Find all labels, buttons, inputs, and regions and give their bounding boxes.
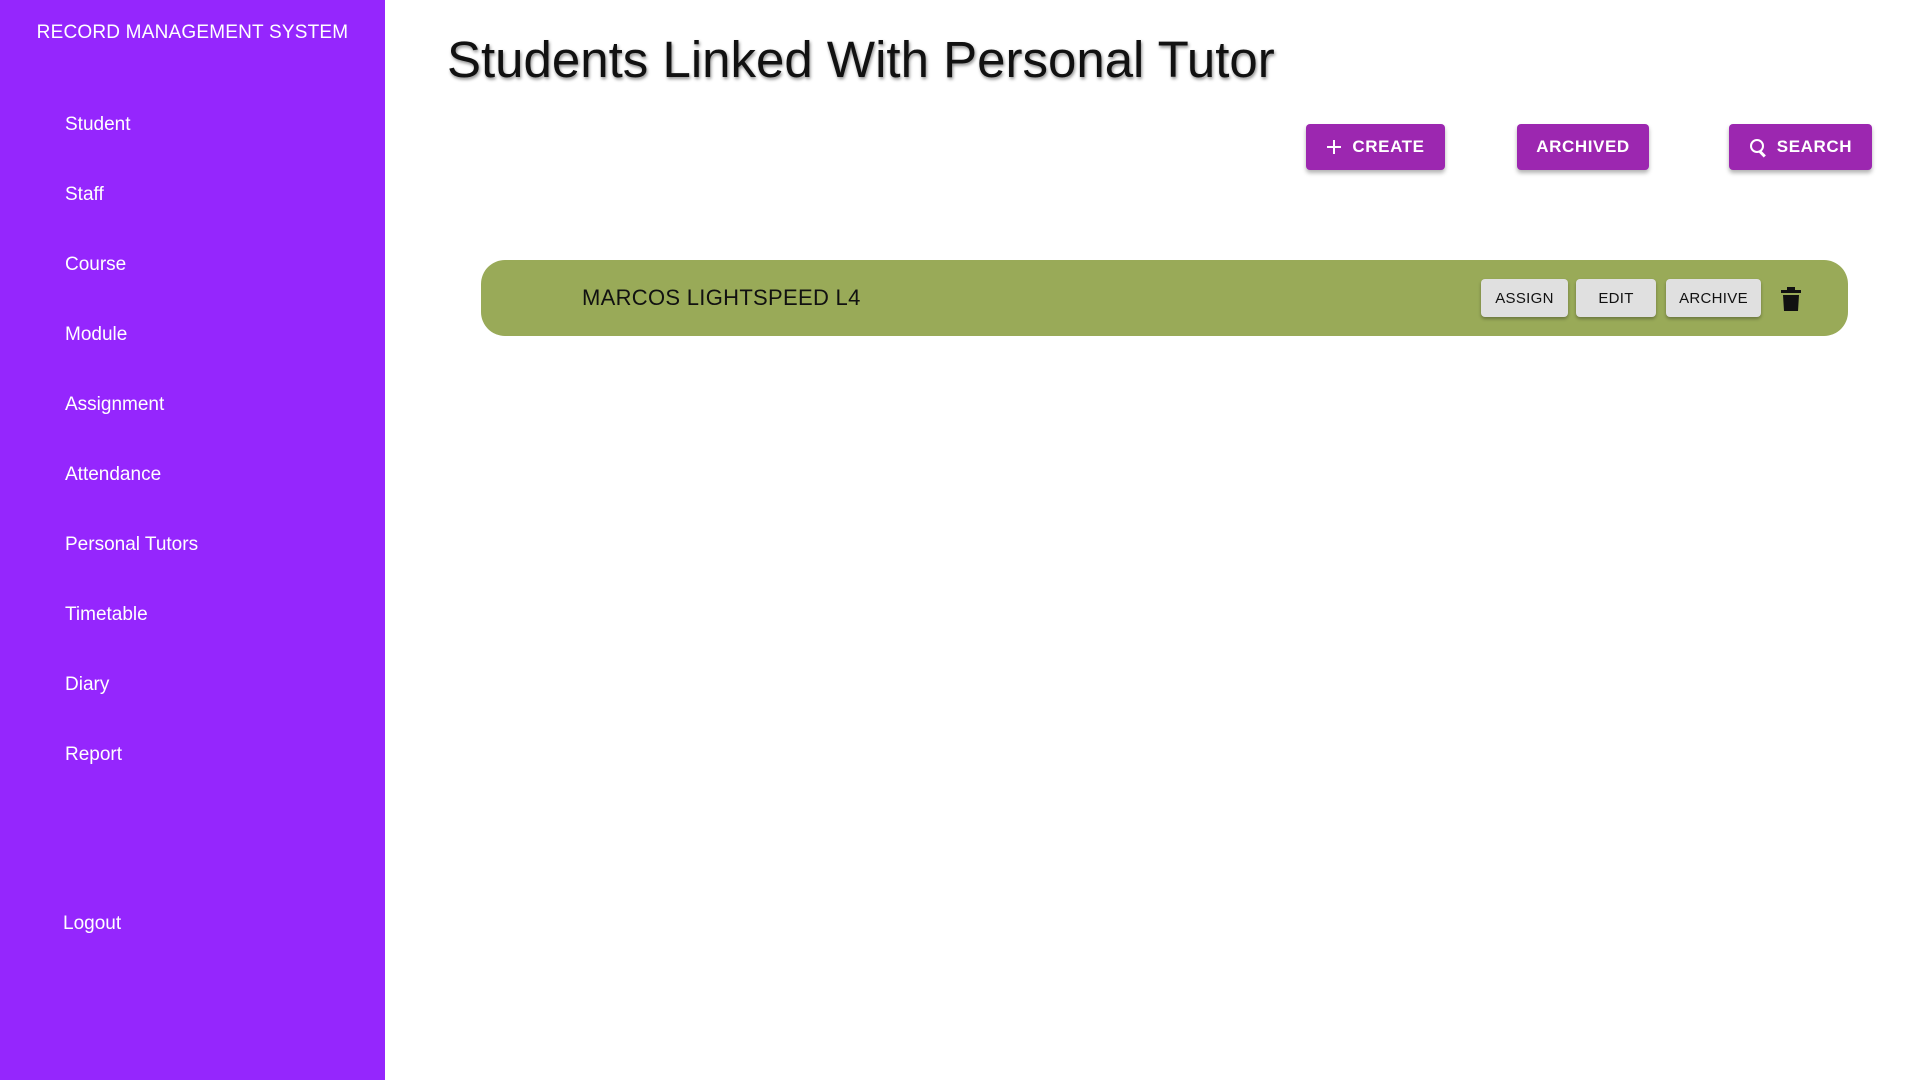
sidebar-item-personal-tutors[interactable]: Personal Tutors [0,510,385,580]
assign-button[interactable]: ASSIGN [1481,279,1568,317]
trash-icon[interactable] [1780,287,1802,312]
sidebar-item-module[interactable]: Module [0,300,385,370]
search-button-label: SEARCH [1776,137,1853,156]
edit-button[interactable]: EDIT [1576,279,1656,317]
sidebar-item-assignment[interactable]: Assignment [0,370,385,440]
record-row: MARCOS LIGHTSPEED L4 ASSIGN EDIT ARCHIVE [481,260,1848,336]
archived-button[interactable]: ARCHIVED [1517,124,1649,170]
app-title: RECORD MANAGEMENT SYSTEM [36,22,349,43]
search-icon [1749,138,1767,156]
plus-icon [1326,139,1342,155]
sidebar-item-attendance[interactable]: Attendance [0,440,385,510]
main-content: Students Linked With Personal Tutor CREA… [385,0,1920,1080]
sidebar-nav: Student Staff Course Module Assignment A… [0,90,385,790]
create-button[interactable]: CREATE [1306,124,1445,170]
sidebar-item-diary[interactable]: Diary [0,650,385,720]
sidebar-item-course[interactable]: Course [0,230,385,300]
logout-link[interactable]: Logout [63,907,121,941]
sidebar-item-staff[interactable]: Staff [0,160,385,230]
create-button-label: CREATE [1352,137,1425,156]
record-name: MARCOS LIGHTSPEED L4 [582,285,861,310]
sidebar: RECORD MANAGEMENT SYSTEM Student Staff C… [0,0,385,1080]
sidebar-item-timetable[interactable]: Timetable [0,580,385,650]
archived-button-label: ARCHIVED [1536,137,1630,156]
sidebar-item-report[interactable]: Report [0,720,385,790]
sidebar-item-student[interactable]: Student [0,90,385,160]
archive-button[interactable]: ARCHIVE [1666,279,1761,317]
page-title: Students Linked With Personal Tutor [447,31,1275,88]
search-button[interactable]: SEARCH [1729,124,1872,170]
